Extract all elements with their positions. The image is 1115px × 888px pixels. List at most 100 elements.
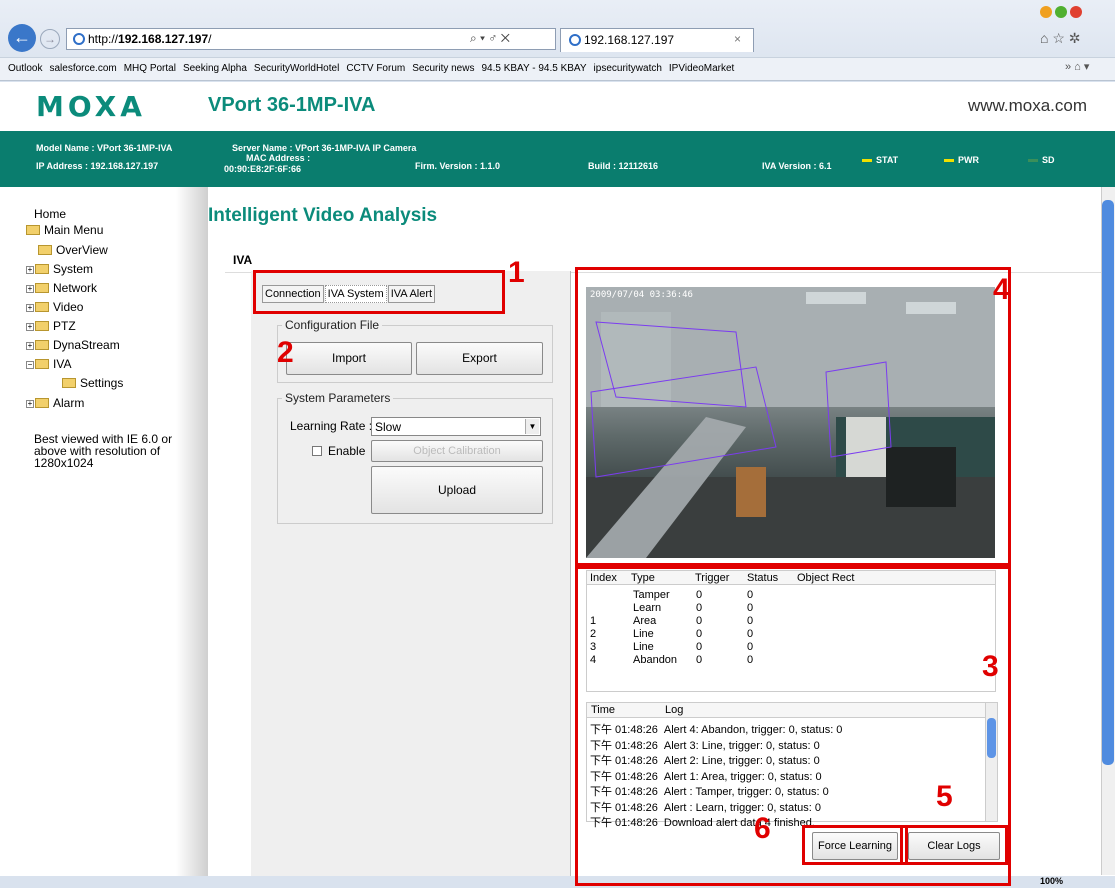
favorite-link[interactable]: Security news	[412, 63, 474, 74]
nav-network[interactable]: + Network	[26, 281, 97, 295]
pwr-led-icon	[944, 159, 954, 163]
annotation-number-4: 4	[993, 273, 1010, 306]
learning-rate-select[interactable]: Slow	[371, 417, 541, 436]
expand-icon[interactable]: +	[26, 266, 34, 274]
favorite-link[interactable]: MHQ Portal	[124, 63, 176, 74]
nav-overview[interactable]: OverView	[38, 243, 108, 257]
collapse-icon[interactable]: −	[26, 361, 34, 369]
nav-ptz[interactable]: + PTZ	[26, 319, 76, 333]
annotation-number-1: 1	[508, 256, 525, 289]
nav-alarm[interactable]: + Alarm	[26, 396, 84, 410]
favorite-link[interactable]: salesforce.com	[49, 63, 116, 74]
favorite-link[interactable]: IPVideoMarket	[669, 63, 734, 74]
nav-settings[interactable]: Settings	[62, 376, 123, 390]
favorite-link[interactable]: CCTV Forum	[346, 63, 405, 74]
iva-section-tab[interactable]: IVA	[233, 253, 252, 267]
expand-icon[interactable]: +	[26, 400, 34, 408]
expand-icon[interactable]: +	[26, 304, 34, 312]
model-name: Model Name : VPort 36-1MP-IVA	[36, 143, 173, 153]
export-button[interactable]: Export	[416, 342, 543, 375]
nav-main-menu[interactable]: Main Menu	[26, 223, 103, 237]
nav-label: Video	[53, 300, 84, 314]
pwr-label: PWR	[958, 155, 979, 165]
upload-button[interactable]: Upload	[371, 466, 543, 514]
sd-indicator: SD	[1028, 155, 1055, 165]
pwr-indicator: PWR	[944, 155, 979, 165]
address-tools[interactable]: ⌕ ▾ ♂ ✕	[470, 31, 510, 46]
annotation-number-6: 6	[754, 812, 771, 845]
nav-video[interactable]: + Video	[26, 300, 83, 314]
favorite-link[interactable]: Seeking Alpha	[183, 63, 247, 74]
window-controls	[1040, 6, 1085, 21]
page-scroll-thumb[interactable]	[1102, 200, 1114, 765]
nav-label: DynaStream	[53, 338, 120, 352]
minimize-icon[interactable]	[1040, 6, 1052, 18]
maximize-icon[interactable]	[1055, 6, 1067, 18]
folder-icon	[35, 302, 49, 312]
nav-dynastream[interactable]: + DynaStream	[26, 338, 120, 352]
expand-icon[interactable]: +	[26, 342, 34, 350]
close-window-icon[interactable]	[1070, 6, 1082, 18]
nav-label: Network	[53, 281, 98, 295]
server-name: Server Name : VPort 36-1MP-IVA IP Camera	[232, 143, 417, 153]
ip-address: IP Address : 192.168.127.197	[36, 161, 159, 171]
sd-label: SD	[1042, 155, 1055, 165]
nav-home[interactable]: Home	[34, 207, 66, 221]
enable-checkbox[interactable]	[312, 446, 322, 456]
nav-main-menu-label: Main Menu	[44, 223, 104, 237]
favorite-link[interactable]: SecurityWorldHotel	[254, 63, 339, 74]
moxa-logo: MOXA	[36, 90, 146, 123]
expand-icon[interactable]: +	[26, 285, 34, 293]
object-calibration-button[interactable]: Object Calibration	[371, 440, 543, 462]
moxa-header	[0, 82, 1115, 130]
config-file-label: Configuration File	[282, 318, 383, 332]
chevron-down-icon[interactable]: ▼	[525, 419, 539, 434]
annotation-box-6	[802, 825, 908, 865]
browser-tools-icons[interactable]: ⌂ ☆ ✲	[1040, 30, 1081, 47]
annotation-number-2: 2	[277, 336, 294, 369]
iva-version: IVA Version : 6.1	[762, 161, 832, 171]
url-prefix: http://	[88, 32, 119, 46]
folder-open-icon	[35, 359, 49, 369]
expand-icon[interactable]: +	[26, 323, 34, 331]
favorite-link[interactable]: Outlook	[8, 63, 42, 74]
tab-title: 192.168.127.197	[584, 33, 675, 47]
folder-icon	[38, 245, 52, 255]
nav-iva[interactable]: − IVA	[26, 357, 71, 371]
nav-label: Alarm	[53, 396, 85, 410]
folder-icon	[35, 264, 49, 274]
nav-label: IVA	[53, 357, 72, 371]
nav-label: Settings	[80, 376, 124, 390]
favorite-link[interactable]: 94.5 KBAY - 94.5 KBAY	[481, 63, 586, 74]
favorites-overflow-icon[interactable]: » ⌂ ▾	[1065, 60, 1089, 73]
back-arrow-icon[interactable]: ←	[8, 24, 36, 52]
favorite-link[interactable]: ipsecuritywatch	[594, 63, 662, 74]
zoom-level[interactable]: 100%	[1040, 876, 1063, 886]
ie-page-icon	[73, 33, 85, 45]
stat-led-icon	[862, 159, 872, 163]
firmware-version: Firm. Version : 1.1.0	[415, 161, 501, 171]
folder-icon	[62, 378, 76, 388]
build-number: Build : 12112616	[588, 161, 659, 171]
product-name: VPort 36-1MP-IVA	[208, 94, 376, 116]
mac-label: MAC Address :	[246, 153, 311, 163]
nav-system[interactable]: + System	[26, 262, 93, 276]
import-button[interactable]: Import	[286, 342, 412, 375]
forward-arrow-icon[interactable]: →	[40, 29, 60, 49]
folder-icon	[35, 340, 49, 350]
stat-indicator: STAT	[862, 155, 898, 165]
folder-icon	[35, 321, 49, 331]
sd-led-icon	[1028, 159, 1038, 163]
mac-address: 00:90:E8:2F:6F:66	[224, 164, 302, 174]
nav-shadow	[176, 187, 208, 888]
nav-label: System	[53, 262, 94, 276]
tab-close-icon[interactable]: ×	[734, 32, 741, 46]
site-url[interactable]: www.moxa.com	[968, 96, 1087, 116]
page-title: Intelligent Video Analysis	[208, 205, 438, 226]
ie-tab-icon	[569, 34, 581, 46]
nav-label: PTZ	[53, 319, 76, 333]
browser-tab[interactable]: 192.168.127.197	[560, 28, 754, 52]
system-parameters-label: System Parameters	[282, 391, 394, 405]
folder-icon	[35, 398, 49, 408]
stat-label: STAT	[876, 155, 899, 165]
